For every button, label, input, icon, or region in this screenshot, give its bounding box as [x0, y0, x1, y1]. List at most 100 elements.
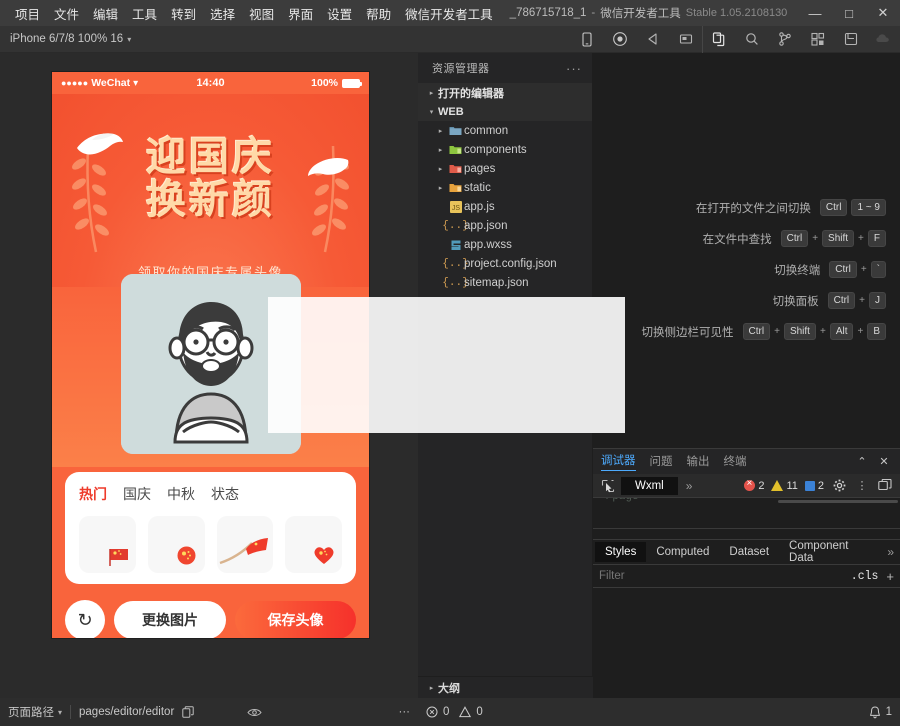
notifications-button[interactable]: 1: [861, 706, 900, 719]
key-cap: Ctrl: [829, 261, 857, 278]
tab-national-day[interactable]: 国庆: [123, 484, 151, 504]
add-style-rule-button[interactable]: +: [886, 569, 894, 584]
sticker-thumb-badge[interactable]: [148, 516, 205, 573]
chevron-right-icon: ▸: [425, 89, 438, 97]
extensions-icon[interactable]: [801, 26, 834, 53]
search-icon[interactable]: [735, 26, 768, 53]
folder-components[interactable]: ▸ components: [418, 140, 592, 159]
info-counter[interactable]: 2: [805, 480, 824, 492]
gear-icon[interactable]: [831, 478, 847, 494]
json-file-icon: {..}: [447, 258, 464, 270]
workspace-label: WEB: [438, 106, 464, 118]
source-control-icon[interactable]: [768, 26, 801, 53]
chevron-down-icon: ▾: [425, 108, 438, 116]
cloud-icon[interactable]: [867, 26, 900, 53]
open-editors-section[interactable]: ▸ 打开的编辑器: [418, 83, 592, 102]
collapse-panel-icon[interactable]: ⌃: [854, 454, 870, 470]
page-path-selector[interactable]: 页面路径 ▾: [0, 704, 70, 720]
close-button[interactable]: ✕: [866, 0, 900, 26]
file-app-json[interactable]: {..} app.json: [418, 216, 592, 235]
tab-hot[interactable]: 热门: [79, 484, 107, 504]
explorer-icon[interactable]: [702, 26, 735, 53]
menu-item-tools[interactable]: 工具: [125, 1, 164, 26]
diagnostics-summary[interactable]: 0 0: [418, 706, 491, 718]
file-project-config-json[interactable]: {..} project.config.json: [418, 254, 592, 273]
simulator-icon[interactable]: [570, 26, 603, 53]
folder-icon: [447, 163, 464, 174]
more-horizontal-icon[interactable]: ···: [566, 61, 582, 76]
status-more-dots[interactable]: ···: [391, 706, 419, 718]
overflow-tabs-icon[interactable]: »: [680, 479, 699, 493]
folder-pages[interactable]: ▸ pages: [418, 159, 592, 178]
shortcut-keys: Ctrl + `: [829, 261, 886, 278]
menu-item-project[interactable]: 项目: [8, 1, 47, 26]
compile-icon[interactable]: [636, 26, 669, 53]
folder-icon: [447, 144, 464, 155]
menu-item-settings[interactable]: 设置: [320, 1, 359, 26]
tab-computed[interactable]: Computed: [646, 542, 719, 562]
copy-icon[interactable]: [174, 706, 202, 718]
sticker-thumb-heart[interactable]: [285, 516, 342, 573]
more-vertical-icon[interactable]: ⋮: [854, 478, 870, 494]
folder-common[interactable]: ▸ common: [418, 121, 592, 140]
battery-icon: [342, 79, 360, 88]
debugger-icon[interactable]: [834, 26, 867, 53]
file-app-wxss[interactable]: app.wxss: [418, 235, 592, 254]
cls-button[interactable]: .cls: [851, 570, 887, 583]
sticker-thumb-flag[interactable]: [79, 516, 136, 573]
workspace-section[interactable]: ▾ WEB: [418, 102, 592, 121]
phone-simulator[interactable]: ●●●●● WeChat ▾ 14:40 100%: [52, 72, 369, 638]
menu-item-view[interactable]: 视图: [242, 1, 281, 26]
menu-item-select[interactable]: 选择: [203, 1, 242, 26]
style-overflow-icon[interactable]: »: [881, 545, 900, 559]
menu-item-file[interactable]: 文件: [47, 1, 86, 26]
wxml-tree-view[interactable]: </page>: [593, 498, 900, 528]
tab-debugger[interactable]: 调试器: [601, 452, 636, 471]
sticker-thumb-hand-flag[interactable]: [217, 516, 274, 573]
tab-wxml[interactable]: Wxml: [621, 477, 678, 495]
key-cap: Alt: [830, 323, 854, 340]
menu-item-interface[interactable]: 界面: [281, 1, 320, 26]
tab-problems[interactable]: 问题: [650, 453, 673, 471]
preview-icon[interactable]: [669, 26, 702, 53]
tab-status[interactable]: 状态: [211, 484, 239, 504]
folder-static[interactable]: ▸ static: [418, 178, 592, 197]
tab-dataset[interactable]: Dataset: [719, 542, 779, 562]
menu-item-help[interactable]: 帮助: [359, 1, 398, 26]
minimize-button[interactable]: —: [798, 0, 832, 26]
phone-status-bar: ●●●●● WeChat ▾ 14:40 100%: [52, 72, 369, 94]
menu-item-wechat-devtools[interactable]: 微信开发者工具: [398, 1, 500, 26]
filter-input[interactable]: [599, 570, 851, 582]
refresh-button[interactable]: ↻: [65, 600, 105, 638]
eye-icon[interactable]: [239, 707, 270, 718]
avatar-illustration: [121, 274, 301, 454]
avatar-preview[interactable]: [121, 274, 301, 454]
shortcut-switch-files: 在打开的文件之间切换 Ctrl 1 ~ 9: [642, 199, 886, 216]
device-selector[interactable]: iPhone 6/7/8 100% 16 ▾: [0, 33, 141, 45]
change-image-button[interactable]: 更换图片: [114, 601, 226, 638]
inspect-element-icon[interactable]: [597, 476, 619, 496]
tab-midautumn[interactable]: 中秋: [167, 484, 195, 504]
tab-terminal[interactable]: 终端: [724, 453, 747, 471]
menu-item-edit[interactable]: 编辑: [86, 1, 125, 26]
window-title-dash: -: [591, 7, 595, 19]
save-avatar-button[interactable]: 保存头像: [235, 601, 356, 638]
maximize-button[interactable]: □: [832, 0, 866, 26]
error-counter[interactable]: 2: [744, 480, 764, 492]
tab-styles[interactable]: Styles: [595, 542, 646, 562]
status-warning-count: 0: [476, 706, 482, 718]
menu-item-goto[interactable]: 转到: [164, 1, 203, 26]
close-panel-icon[interactable]: ✕: [876, 454, 892, 470]
shortcut-toggle-sidebar: 切换侧边栏可见性 Ctrl + Shift + Alt + B: [642, 323, 886, 340]
file-sitemap-json[interactable]: {..} sitemap.json: [418, 273, 592, 292]
horizontal-scrollbar[interactable]: [778, 500, 898, 503]
outline-section[interactable]: ▸ 大纲: [418, 676, 593, 698]
warning-counter[interactable]: 11: [771, 480, 797, 492]
file-app-js[interactable]: JS app.js: [418, 197, 592, 216]
dock-panel-icon[interactable]: [877, 478, 893, 494]
tab-component-data[interactable]: Component Data: [779, 536, 881, 568]
record-icon[interactable]: [603, 26, 636, 53]
file-label: app.json: [464, 220, 507, 232]
tab-output[interactable]: 输出: [687, 453, 710, 471]
menu-bar: 项目 文件 编辑 工具 转到 选择 视图 界面 设置 帮助 微信开发者工具: [0, 1, 500, 26]
